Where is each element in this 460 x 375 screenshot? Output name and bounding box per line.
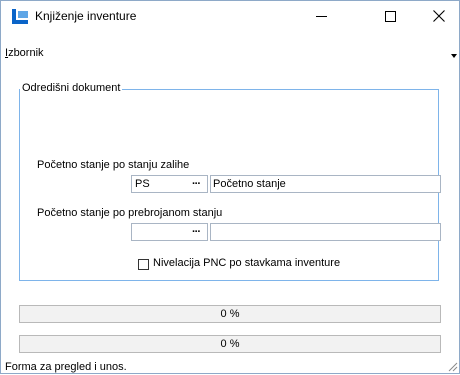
minimize-button[interactable] — [298, 1, 344, 31]
counted-balance-browse-button[interactable]: ··· — [185, 224, 207, 240]
menu-bar: Izbornik — [1, 47, 459, 65]
progress-bar-2: 0 % — [19, 335, 441, 353]
minimize-icon — [315, 15, 327, 17]
stock-balance-label: Početno stanje po stanju zalihe — [37, 159, 190, 171]
group-label: Odredišni dokument — [20, 82, 123, 94]
pnc-leveling-label: Nivelacija PNC po stavkama inventure — [153, 257, 341, 269]
counted-balance-code-input[interactable]: ··· — [131, 223, 208, 241]
close-icon — [433, 10, 445, 22]
progress-bar-1: 0 % — [19, 305, 441, 323]
maximize-icon — [384, 10, 396, 22]
app-logo-icon — [12, 9, 28, 24]
status-bar-text: Forma za pregled i unos. — [5, 361, 127, 373]
stock-balance-code-input[interactable]: PS ··· — [131, 175, 208, 193]
dialog-window: Knjiženje inventure Izbornik Odredišni d… — [0, 0, 460, 374]
counted-balance-label: Početno stanje po prebrojanom stanju — [37, 207, 223, 219]
pnc-leveling-checkbox[interactable] — [138, 259, 149, 270]
menu-izbornik[interactable]: Izbornik — [5, 47, 44, 59]
menu-overflow-arrow-icon[interactable] — [451, 54, 457, 58]
close-button[interactable] — [416, 1, 460, 31]
counted-balance-name-field — [210, 223, 441, 241]
stock-balance-browse-button[interactable]: ··· — [185, 176, 207, 192]
window-title: Knjiženje inventure — [35, 9, 137, 23]
maximize-button[interactable] — [367, 1, 413, 31]
stock-balance-name-field: Početno stanje — [210, 175, 441, 193]
resize-grip-icon[interactable] — [446, 360, 458, 372]
title-bar[interactable]: Knjiženje inventure — [1, 1, 459, 31]
